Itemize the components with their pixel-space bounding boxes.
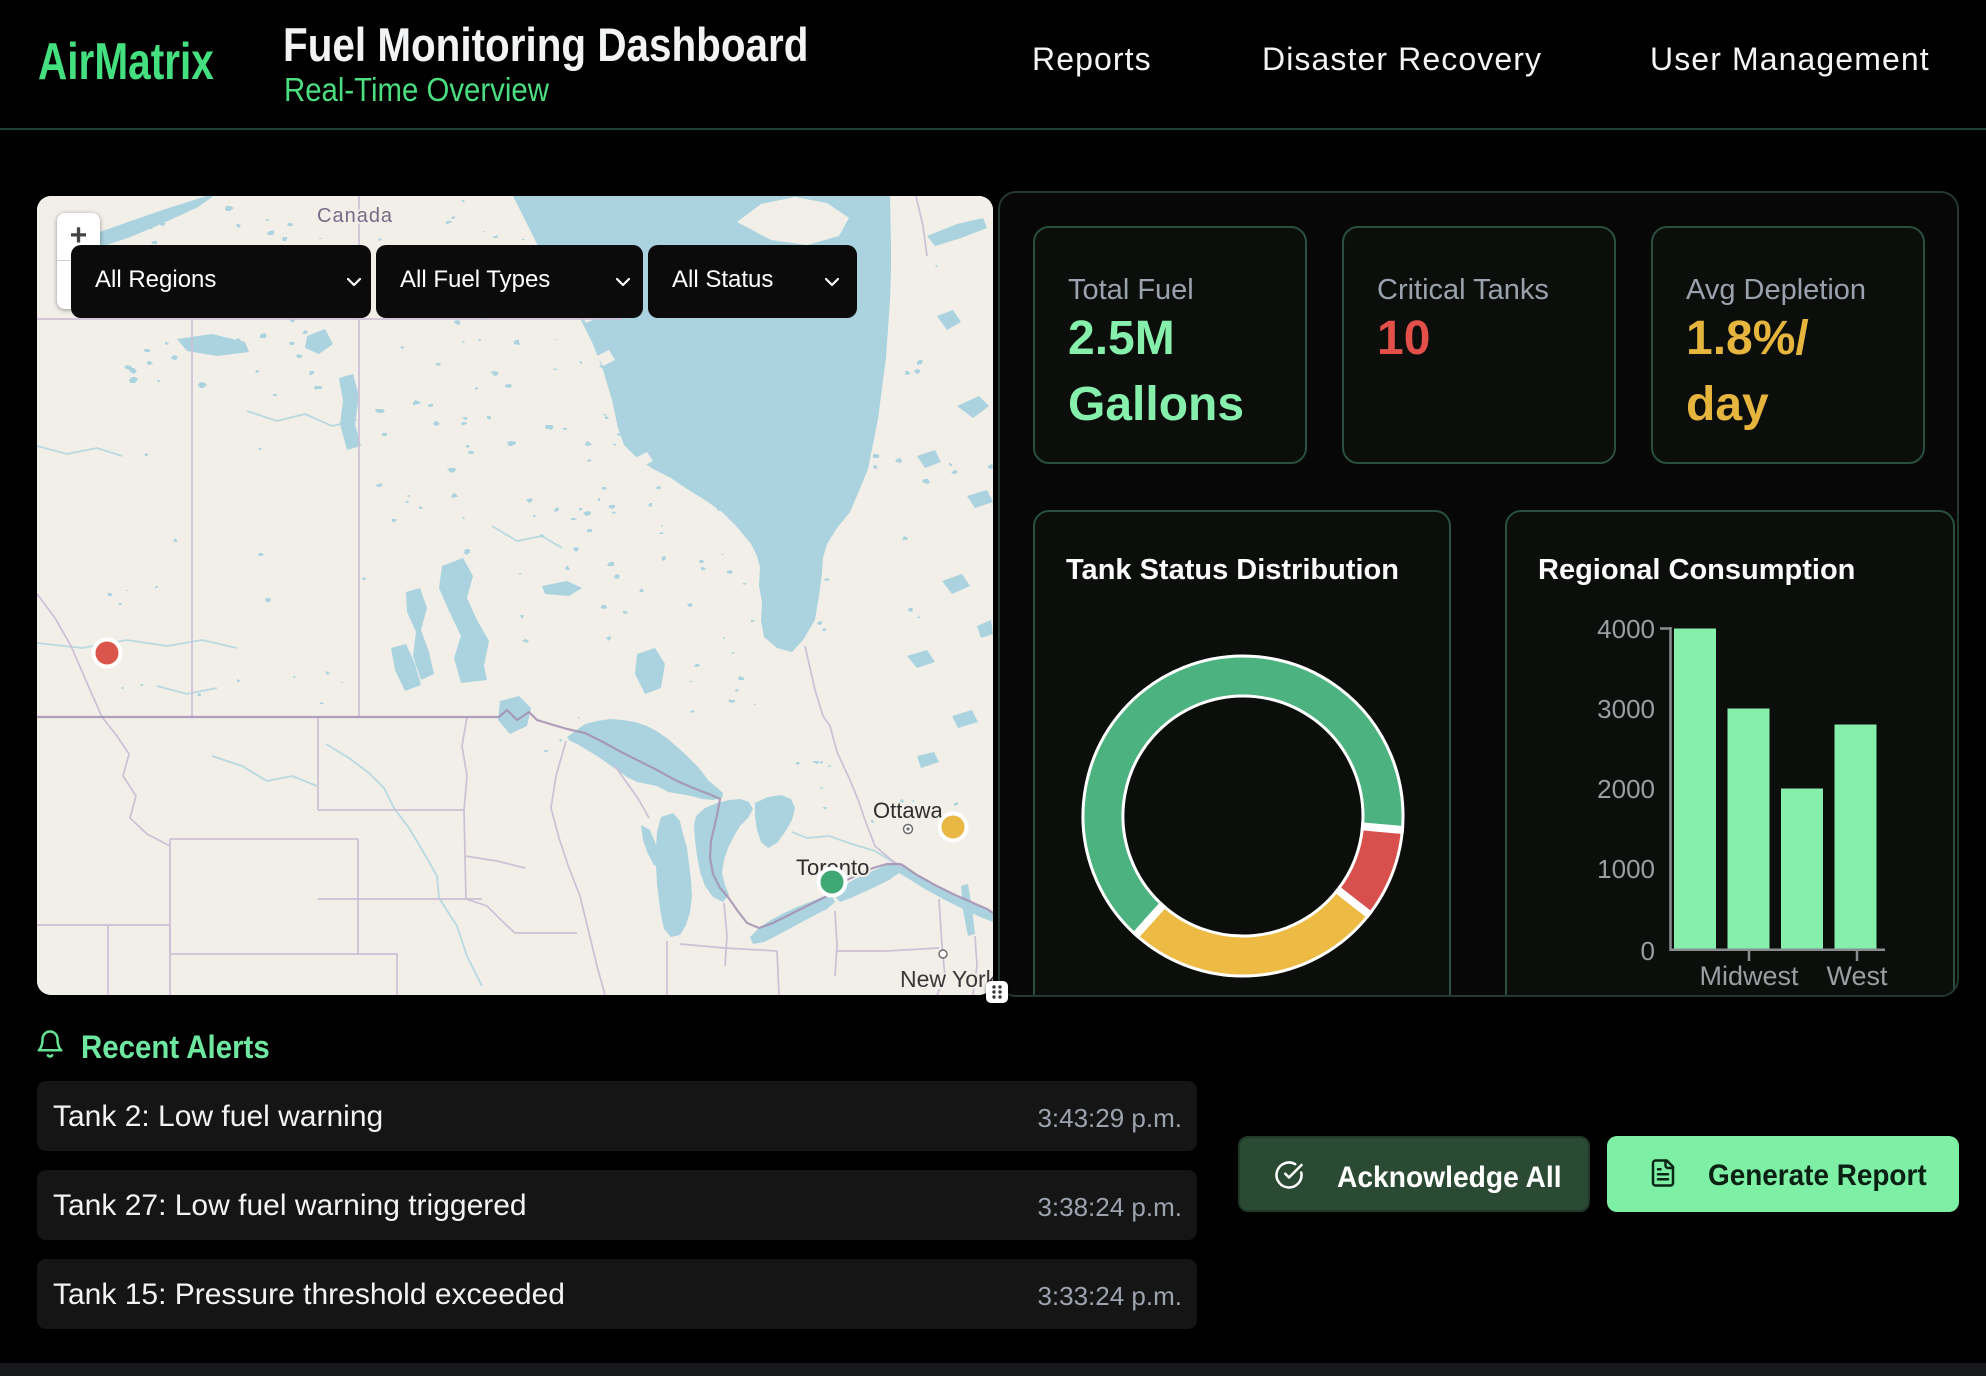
svg-text:1000: 1000 (1597, 854, 1655, 884)
svg-text:Canada: Canada (317, 205, 393, 227)
svg-text:Ottawa: Ottawa (873, 798, 943, 823)
svg-text:4000: 4000 (1597, 614, 1655, 644)
svg-text:West: West (1826, 961, 1888, 991)
svg-text:2000: 2000 (1597, 774, 1655, 804)
svg-text:Midwest: Midwest (1699, 961, 1799, 991)
svg-text:3000: 3000 (1597, 694, 1655, 724)
svg-text:0: 0 (1641, 936, 1655, 966)
svg-text:New York: New York (900, 966, 993, 992)
